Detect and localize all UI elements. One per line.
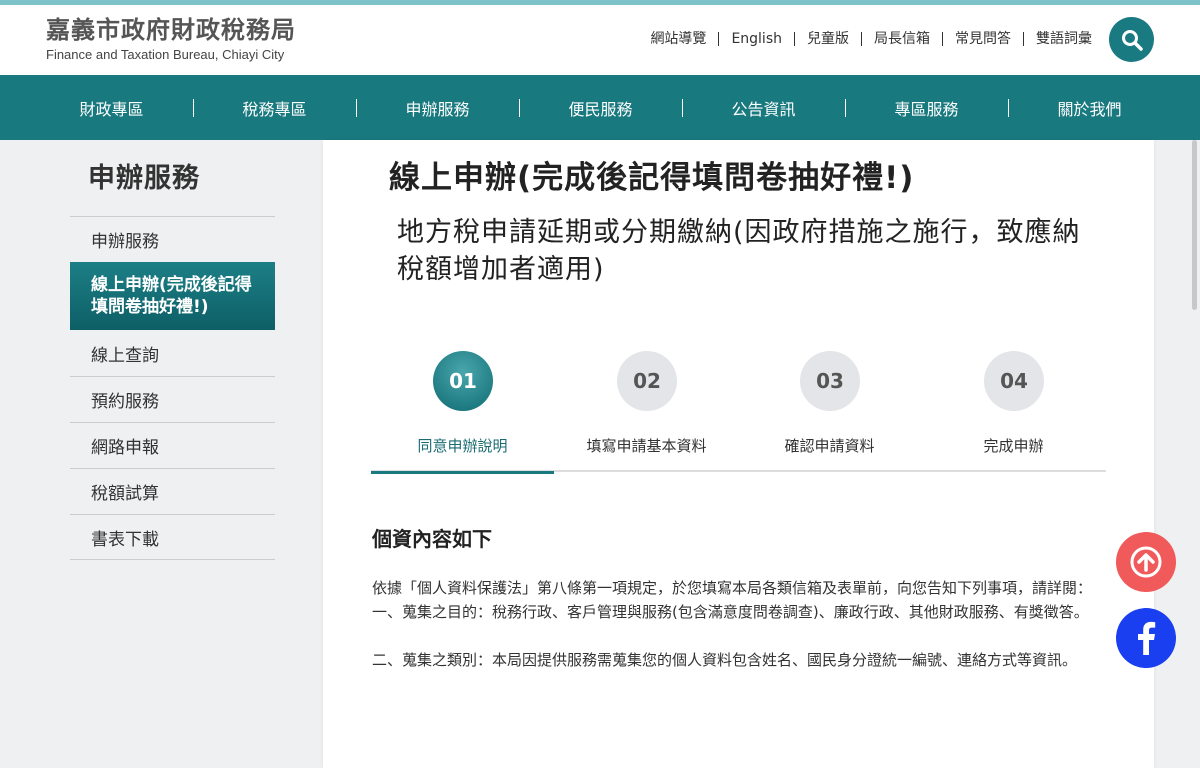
sidebar-item-services[interactable]: 申辦服務 xyxy=(70,216,275,262)
step-4: 04 完成申辦 xyxy=(922,351,1105,472)
step-label: 填寫申請基本資料 xyxy=(586,437,707,455)
top-links: 網站導覽 English 兒童版 局長信箱 常見問答 雙語詞彙 xyxy=(638,32,1104,46)
nav-services[interactable]: 申辦服務 xyxy=(356,75,519,140)
toplink-glossary[interactable]: 雙語詞彙 xyxy=(1023,32,1104,46)
nav-announcements[interactable]: 公告資訊 xyxy=(682,75,845,140)
nav-tax[interactable]: 稅務專區 xyxy=(193,75,356,140)
search-button[interactable] xyxy=(1109,17,1154,62)
sidebar-item-form-download[interactable]: 書表下載 xyxy=(70,514,275,560)
notice-paragraph: 二、蒐集之類別：本局因提供服務需蒐集您的個人資料包含姓名、國民身分證統一編號、連… xyxy=(372,651,1078,669)
toplink-faq[interactable]: 常見問答 xyxy=(942,32,1023,46)
step-label: 同意申辦說明 xyxy=(417,437,508,455)
sidebar-item-tax-calculator[interactable]: 稅額試算 xyxy=(70,468,275,514)
nav-special-zone[interactable]: 專區服務 xyxy=(845,75,1008,140)
step-number: 04 xyxy=(984,351,1044,411)
notice-paragraph: 依據「個人資料保護法」第八條第一項規定，於您填寫本局各類信箱及表單前，向您告知下… xyxy=(372,579,1093,597)
nav-finance[interactable]: 財政專區 xyxy=(30,75,193,140)
section-title: 個資內容如下 xyxy=(372,527,492,551)
step-3: 03 確認申請資料 xyxy=(738,351,921,472)
step-active-underline xyxy=(371,471,554,474)
back-to-top-button[interactable] xyxy=(1116,532,1176,592)
sidebar-title: 申辦服務 xyxy=(88,163,200,194)
step-number: 01 xyxy=(433,351,493,411)
sidebar-item-online-query[interactable]: 線上查詢 xyxy=(70,330,275,376)
toplink-sitemap[interactable]: 網站導覽 xyxy=(638,32,718,46)
main-content: 線上申辦(完成後記得填問卷抽好禮!) 地方稅申請延期或分期繳納(因政府措施之施行… xyxy=(323,140,1154,768)
sidebar-item-online-filing[interactable]: 網路申報 xyxy=(70,422,275,468)
site-logo[interactable]: 嘉義市政府財政稅務局 Finance and Taxation Bureau, … xyxy=(46,15,296,63)
page-subtitle: 地方稅申請延期或分期繳納(因政府措施之施行，致應納稅額增加者適用) xyxy=(397,217,1081,285)
privacy-notice: 依據「個人資料保護法」第八條第一項規定，於您填寫本局各類信箱及表單前，向您告知下… xyxy=(372,576,1106,672)
nav-about[interactable]: 關於我們 xyxy=(1008,75,1171,140)
facebook-icon xyxy=(1138,621,1156,655)
site-header: 嘉義市政府財政稅務局 Finance and Taxation Bureau, … xyxy=(0,5,1200,75)
arrow-up-icon xyxy=(1130,546,1162,578)
nav-public-services[interactable]: 便民服務 xyxy=(519,75,682,140)
step-number: 02 xyxy=(617,351,677,411)
notice-paragraph: 一、蒐集之目的：稅務行政、客戶管理與服務(包含滿意度問卷調查)、廉政行政、其他財… xyxy=(372,603,1089,621)
step-indicator: 01 同意申辦說明 02 填寫申請基本資料 03 確認申請資料 04 完成申辦 xyxy=(371,351,1106,474)
step-number: 03 xyxy=(800,351,860,411)
logo-chinese: 嘉義市政府財政稅務局 xyxy=(46,15,296,44)
sidebar-item-reservation[interactable]: 預約服務 xyxy=(70,376,275,422)
facebook-button[interactable] xyxy=(1116,608,1176,668)
main-nav: 財政專區 稅務專區 申辦服務 便民服務 公告資訊 專區服務 關於我們 xyxy=(0,75,1200,140)
step-label: 確認申請資料 xyxy=(784,437,875,455)
toplink-kids[interactable]: 兒童版 xyxy=(794,32,861,46)
page-scrollbar[interactable] xyxy=(1192,140,1197,310)
toplink-english[interactable]: English xyxy=(718,32,794,46)
search-icon xyxy=(1121,29,1143,51)
step-2: 02 填寫申請基本資料 xyxy=(555,351,738,472)
logo-english: Finance and Taxation Bureau, Chiayi City xyxy=(46,47,285,62)
step-1: 01 同意申辦說明 xyxy=(371,351,554,474)
page-title: 線上申辦(完成後記得填問卷抽好禮!) xyxy=(389,160,915,196)
toplink-director-mailbox[interactable]: 局長信箱 xyxy=(861,32,942,46)
sidebar: 申辦服務 線上申辦(完成後記得填問卷抽好禮!) 線上查詢 預約服務 網路申報 稅… xyxy=(70,216,275,560)
sidebar-item-online-apply[interactable]: 線上申辦(完成後記得填問卷抽好禮!) xyxy=(70,262,275,330)
step-label: 完成申辦 xyxy=(983,437,1044,455)
